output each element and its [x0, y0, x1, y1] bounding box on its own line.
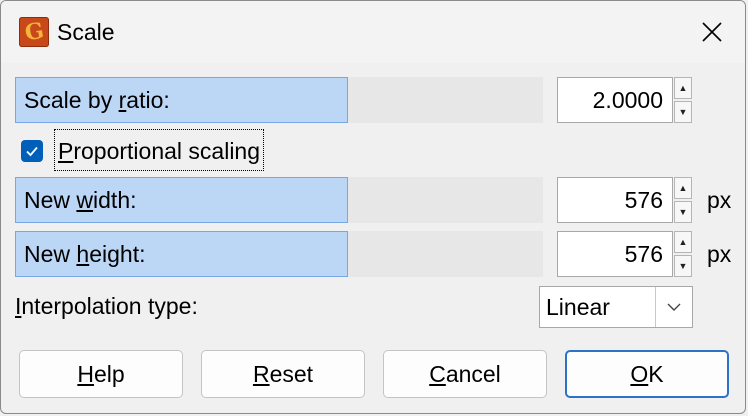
- checkmark-icon: [26, 146, 38, 157]
- new-width-input[interactable]: 576: [557, 177, 673, 223]
- interpolation-type-label: Interpolation type:: [15, 287, 198, 325]
- arrow-down-icon: ▼: [678, 207, 688, 217]
- ok-button-rest: K: [648, 361, 664, 387]
- new-height-spinner: ▲ ▼: [674, 231, 692, 277]
- new-height-label-pre: New: [24, 241, 77, 267]
- dropdown-arrow-button[interactable]: [655, 287, 692, 327]
- new-height-label-post: eight:: [89, 241, 146, 267]
- new-width-track: [348, 177, 543, 223]
- new-height-unit: px: [707, 241, 732, 267]
- proportional-scaling-label-rest: roportional scaling: [73, 138, 261, 164]
- new-width-label-pre: New: [24, 187, 77, 213]
- new-width-increment-button[interactable]: ▲: [674, 177, 692, 199]
- ok-button-key: O: [630, 361, 649, 387]
- interpolation-type-label-rest: nterpolation type:: [21, 293, 198, 319]
- new-width-label-key: w: [76, 187, 94, 213]
- interpolation-type-select[interactable]: Linear: [539, 286, 693, 328]
- scale-ratio-label-post: atio:: [126, 87, 170, 113]
- close-button[interactable]: [677, 1, 745, 63]
- new-height-decrement-button[interactable]: ▼: [674, 255, 692, 277]
- scale-ratio-label-pre: Scale by: [24, 87, 119, 113]
- new-height-label: New height:: [15, 231, 348, 277]
- new-height-input[interactable]: 576: [557, 231, 673, 277]
- proportional-scaling-label[interactable]: Proportional scaling: [54, 129, 265, 171]
- cancel-button-rest: ancel: [445, 361, 501, 387]
- chevron-down-icon: [667, 303, 681, 311]
- help-button-key: H: [77, 361, 94, 387]
- arrow-down-icon: ▼: [678, 107, 688, 117]
- interpolation-type-value: Linear: [546, 294, 610, 320]
- arrow-up-icon: ▲: [678, 237, 688, 247]
- scale-dialog: G Scale Scale by ratio: 2.0000 ▲ ▼ Propo…: [0, 0, 746, 414]
- proportional-scaling-checkbox[interactable]: [21, 140, 43, 162]
- help-button-rest: elp: [93, 361, 125, 387]
- cancel-button-key: C: [429, 361, 446, 387]
- arrow-up-icon: ▲: [678, 183, 688, 193]
- new-height-increment-button[interactable]: ▲: [674, 231, 692, 253]
- scale-ratio-label: Scale by ratio:: [15, 77, 348, 123]
- new-width-label: New width:: [15, 177, 348, 223]
- title-bar: G Scale: [1, 1, 745, 63]
- new-height-track: [348, 231, 543, 277]
- scale-ratio-decrement-button[interactable]: ▼: [674, 101, 692, 123]
- app-logo-icon: G: [19, 17, 49, 47]
- scale-ratio-input[interactable]: 2.0000: [557, 77, 673, 123]
- proportional-scaling-label-key: P: [58, 138, 74, 164]
- reset-button-key: R: [252, 361, 270, 387]
- new-width-label-post: idth:: [93, 187, 137, 213]
- arrow-up-icon: ▲: [678, 83, 688, 93]
- new-width-decrement-button[interactable]: ▼: [674, 201, 692, 223]
- new-height-label-key: h: [76, 241, 90, 267]
- window-title: Scale: [57, 19, 115, 45]
- reset-button-rest: eset: [269, 361, 314, 387]
- ok-button[interactable]: OK: [565, 350, 729, 398]
- scale-ratio-increment-button[interactable]: ▲: [674, 77, 692, 99]
- cancel-button[interactable]: Cancel: [383, 350, 547, 398]
- help-button[interactable]: Help: [19, 350, 183, 398]
- app-logo-letter: G: [22, 17, 46, 47]
- new-width-unit: px: [707, 187, 732, 213]
- arrow-down-icon: ▼: [678, 261, 688, 271]
- scale-ratio-spinner: ▲ ▼: [674, 77, 692, 123]
- scale-ratio-track: [348, 77, 543, 123]
- close-icon: [702, 22, 722, 42]
- new-width-spinner: ▲ ▼: [674, 177, 692, 223]
- reset-button[interactable]: Reset: [201, 350, 365, 398]
